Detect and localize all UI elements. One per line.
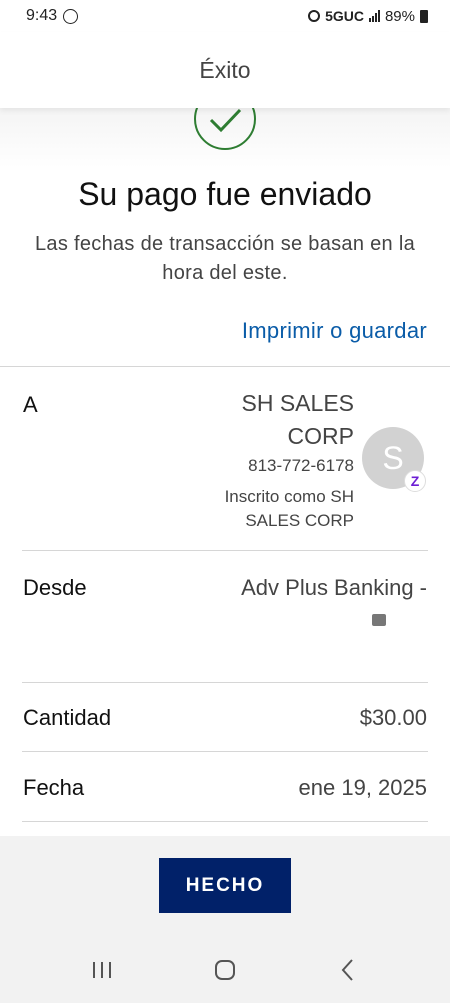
page-title: Éxito	[199, 56, 251, 83]
status-bar: 9:43 5GUC 89%	[0, 0, 450, 32]
amount-value: $30.00	[359, 705, 427, 730]
status-time: 9:43	[26, 7, 58, 24]
status-left: 9:43	[26, 7, 79, 25]
success-hero: Su pago fue enviado Las fechas de transa…	[0, 88, 450, 364]
home-icon[interactable]	[195, 950, 255, 990]
done-button[interactable]: HECHO	[159, 858, 291, 913]
recipient-phone: 813-772-6178	[248, 456, 354, 475]
date-value: ene 19, 2025	[298, 775, 427, 800]
zelle-icon: Z	[404, 470, 426, 492]
recents-icon[interactable]	[72, 950, 132, 990]
timezone-note: Las fechas de transacción se basan en la…	[34, 233, 416, 284]
zelle-badge-letter: Z	[410, 473, 420, 489]
date-label: Fecha	[23, 775, 85, 800]
recipient-name: SH SALES CORP	[241, 390, 355, 449]
network-label: 5GUC	[325, 8, 364, 24]
from-label: Desde	[23, 575, 87, 600]
from-account: Adv Plus Banking -	[241, 575, 427, 600]
to-label: A	[23, 392, 38, 417]
divider	[22, 682, 428, 683]
divider	[22, 550, 428, 551]
battery-icon	[420, 9, 428, 23]
account-number-mask	[372, 614, 386, 626]
back-icon[interactable]	[318, 950, 378, 990]
battery-level: 89%	[384, 7, 415, 25]
print-or-save-link[interactable]: Imprimir o guardar	[242, 318, 427, 344]
divider	[22, 821, 428, 822]
amount-label: Cantidad	[23, 705, 112, 730]
status-right: 5GUC 89%	[308, 8, 428, 25]
divider	[22, 751, 428, 752]
whatsapp-icon	[63, 8, 79, 24]
system-nav-bar	[0, 936, 450, 1003]
avatar-initial: S	[382, 439, 404, 476]
divider	[0, 366, 450, 367]
header: Éxito	[0, 32, 450, 108]
success-title: Su pago fue enviado	[78, 176, 372, 212]
recipient-enrolled: Inscrito como SH SALES CORP	[224, 487, 354, 530]
signal-icon	[368, 10, 380, 22]
alarm-icon	[308, 10, 321, 22]
